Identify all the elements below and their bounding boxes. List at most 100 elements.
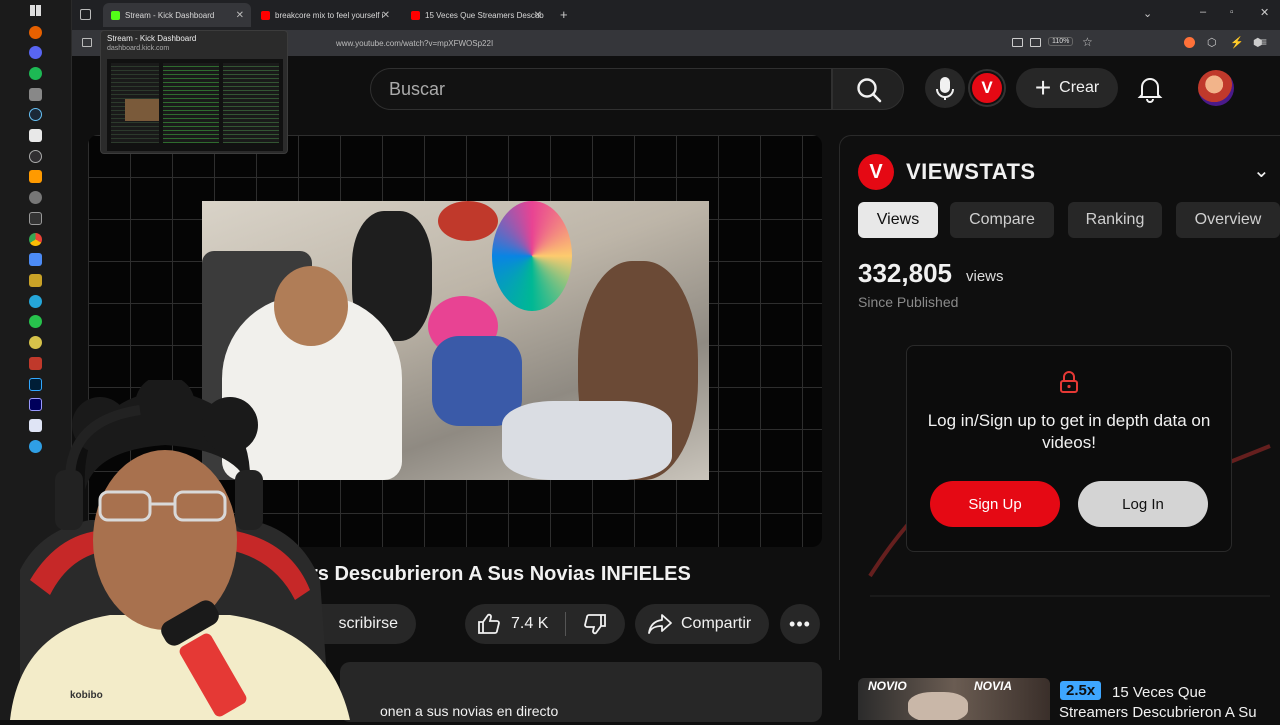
obs-app-icon[interactable] [29,150,42,163]
tab-compare[interactable]: Compare [950,202,1054,238]
viewstats-extension-icon[interactable]: V [970,71,1004,105]
search-icon [857,78,882,103]
close-tab-icon[interactable]: ✕ [534,10,542,21]
steam-app-icon[interactable] [29,108,42,121]
app-icon[interactable] [29,315,42,328]
minimize-window-icon[interactable]: – [1200,6,1206,18]
tab-title: Stream - Kick Dashboard [125,10,215,20]
chevron-down-icon[interactable]: ⌄ [1253,158,1270,183]
app-icon[interactable] [29,191,42,204]
share-icon [648,614,672,634]
thumbnail-label: NOVIO [868,679,907,693]
since-published-label: Since Published [858,294,959,310]
spotify-app-icon[interactable] [29,67,42,80]
tab-15-veces[interactable]: 15 Veces Que Streamers Descub ✕ [403,3,549,27]
app-icon[interactable] [29,357,42,370]
tab-title: 15 Veces Que Streamers Descub [425,10,544,20]
pip-icon[interactable] [1012,38,1023,47]
dislike-button[interactable] [566,604,624,644]
photos-app-icon[interactable] [29,253,42,266]
share-button[interactable]: Compartir [635,604,769,644]
youtube-favicon-icon [411,10,420,20]
notifications-button[interactable] [1130,68,1170,108]
close-tab-icon[interactable]: ✕ [382,10,390,21]
sign-up-button[interactable]: Sign Up [930,481,1060,527]
maximize-window-icon[interactable]: ▫ [1230,7,1234,18]
cast-icon[interactable] [1030,38,1041,47]
avatar[interactable] [1198,70,1234,106]
lock-icon [1060,371,1078,393]
more-icon: ••• [789,613,811,634]
recommended-video-title[interactable]: 15 Veces Que [1112,682,1280,704]
tab-title: breakcore mix to feel yourself i [275,10,384,20]
preview-title: Stream - Kick Dashboard [107,34,197,43]
tab-hover-preview: Stream - Kick Dashboard dashboard.kick.c… [100,30,288,154]
close-tab-icon[interactable]: ✕ [236,10,244,21]
firefox-account-icon[interactable] [1184,37,1195,48]
thumbs-down-icon [584,614,606,635]
extensions-icon[interactable]: ⬡ [1207,36,1217,49]
app-icon[interactable] [29,212,42,225]
kick-favicon-icon [111,10,120,20]
app-icon[interactable] [29,129,42,142]
views-unit: views [966,268,1004,285]
recommended-video-thumbnail[interactable]: NOVIO NOVIA [858,678,1050,720]
bell-icon [1137,78,1163,103]
speaker-app-icon[interactable] [29,88,42,101]
like-dislike-group: 7.4 K [465,604,625,644]
video-title: rs Descubrieron A Sus Novias INFIELES [310,563,691,585]
create-label: Crear [1059,79,1100,96]
windows-start-icon[interactable] [30,5,41,16]
create-button[interactable]: + Crear [1016,68,1118,108]
extension-icon[interactable]: ⚡ [1230,36,1244,49]
tab-overview[interactable]: Overview [1176,202,1280,238]
tab-breakcore-mix[interactable]: breakcore mix to feel yourself i ✕ [253,3,397,27]
illustrator-app-icon[interactable] [29,170,42,183]
app-icon[interactable] [29,274,42,287]
views-count: 332,805 [858,258,952,288]
browser-tab-bar: Stream - Kick Dashboard ✕ breakcore mix … [72,0,1280,30]
plus-icon: + [1034,72,1052,103]
description-box[interactable]: onen a sus novias en directo [340,662,822,722]
close-window-icon[interactable]: ✕ [1260,6,1269,19]
svg-text:kobibo: kobibo [70,690,103,701]
url-text[interactable]: www.youtube.com/watch?v=mpXFWOSp22I [336,39,493,48]
search-button[interactable] [832,68,904,110]
thumbs-up-icon [478,613,500,634]
webcam-feed: kobibo [10,375,350,720]
tab-list-chevron-icon[interactable]: ⌄ [1143,7,1152,20]
tab-actions-icon[interactable] [80,9,91,20]
like-button[interactable]: 7.4 K [465,604,565,644]
tab-views[interactable]: Views [858,202,938,238]
search-input[interactable]: Buscar [370,68,832,110]
more-actions-button[interactable]: ••• [780,604,820,644]
app-icon[interactable] [29,295,42,308]
tab-ranking[interactable]: Ranking [1068,202,1162,238]
login-prompt-message: Log in/Sign up to get in depth data on v… [927,411,1211,452]
speed-badge: 2.5x [1060,681,1102,700]
microphone-icon [936,77,954,100]
new-tab-button[interactable]: + [560,7,568,22]
preview-thumbnail [107,59,283,151]
voice-search-button[interactable] [925,68,965,108]
chrome-app-icon[interactable] [29,233,42,246]
viewstats-logo-icon: V [858,154,894,190]
zoom-level[interactable]: 110% [1048,37,1074,46]
menu-icon[interactable]: ≡ [1260,35,1267,49]
recommended-video-title-line2[interactable]: Streamers Descubrieron A Su [1059,704,1257,721]
preview-domain: dashboard.kick.com [107,45,170,52]
log-in-button[interactable]: Log In [1078,481,1208,527]
search-placeholder: Buscar [389,79,446,99]
discord-app-icon[interactable] [29,46,42,59]
viewstats-brand: VIEWSTATS [906,159,1036,184]
description-snippet: onen a sus novias en directo [380,703,559,719]
webcam-overlay: kobibo [0,375,360,720]
youtube-favicon-icon [261,10,270,20]
share-label: Compartir [681,615,752,632]
tab-kick-dashboard[interactable]: Stream - Kick Dashboard ✕ [103,3,251,27]
bookmark-star-icon[interactable]: ☆ [1082,35,1093,49]
sidebar-toggle-icon[interactable] [82,38,92,47]
thumbnail-label: NOVIA [974,679,1013,693]
firefox-app-icon[interactable] [29,26,42,39]
app-icon[interactable] [29,336,42,349]
